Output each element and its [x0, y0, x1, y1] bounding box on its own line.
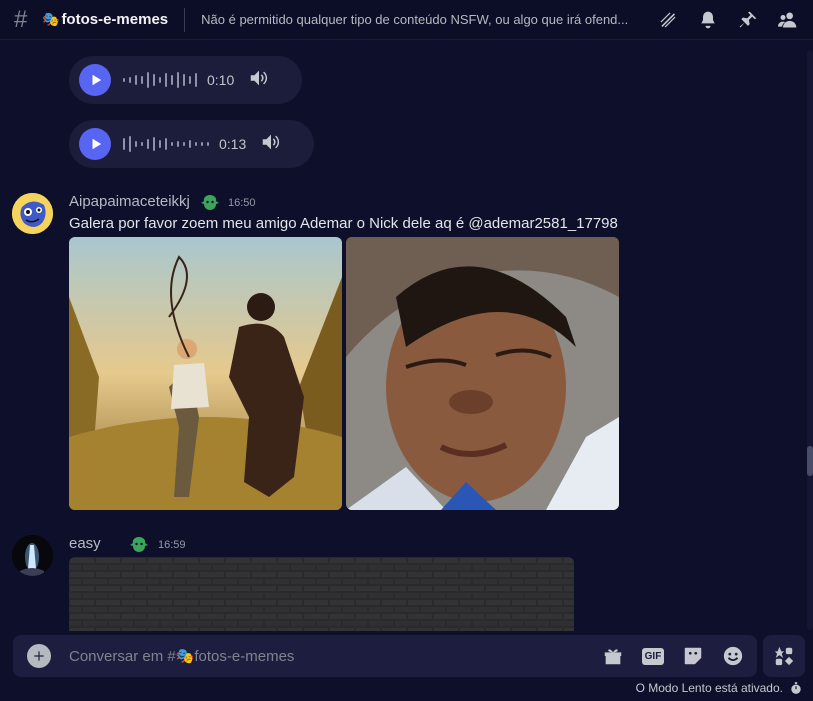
username[interactable]: Aipapaimaceteikkj — [69, 193, 190, 210]
emoji-icon[interactable] — [721, 644, 745, 668]
play-button[interactable] — [79, 64, 111, 96]
play-button[interactable] — [79, 128, 111, 160]
message-composer: Conversar em #🎭fotos-e-memes GIF — [13, 635, 757, 677]
image-attachment[interactable] — [69, 557, 574, 631]
volume-icon[interactable] — [260, 131, 282, 158]
waveform[interactable] — [123, 136, 209, 152]
image-attachment[interactable] — [346, 237, 619, 510]
notification-bell-icon[interactable] — [697, 9, 719, 31]
pin-icon[interactable] — [737, 9, 759, 31]
timestamp: 16:50 — [228, 197, 256, 209]
member-list-icon[interactable] — [777, 9, 799, 31]
volume-icon[interactable] — [248, 67, 270, 94]
badge-icon[interactable] — [200, 193, 220, 211]
voice-duration: 0:10 — [207, 72, 235, 88]
gif-label: GIF — [641, 647, 665, 665]
timestamp: 16:59 — [158, 539, 186, 551]
voice-message: 0:13 — [69, 120, 314, 168]
message-text: Galera por favor zoem meu amigo Ademar o… — [69, 215, 618, 232]
avatar[interactable] — [12, 193, 53, 234]
app-window: # 🎭 fotos-e-memes Não é permitido qualqu… — [0, 0, 813, 701]
slow-mode-text: O Modo Lento está ativado. — [635, 681, 783, 695]
channel-name: fotos-e-memes — [61, 11, 169, 28]
stopwatch-icon — [791, 682, 801, 694]
message-input[interactable]: Conversar em #🎭fotos-e-memes — [69, 647, 601, 665]
chat-message: Aipapaimaceteikkj 16:50 Galera por favor… — [0, 191, 800, 521]
channel-hash-icon: # — [14, 5, 28, 33]
slow-mode-indicator: O Modo Lento está ativado. — [636, 681, 803, 695]
header-divider — [184, 7, 186, 32]
gift-icon[interactable] — [601, 644, 625, 668]
waveform[interactable] — [123, 72, 197, 88]
add-attachment-button[interactable] — [27, 644, 51, 668]
sticker-icon[interactable] — [681, 644, 705, 668]
voice-duration: 0:13 — [219, 136, 247, 152]
channel-emoji: 🎭 — [42, 11, 60, 27]
scrollbar-thumb[interactable] — [807, 446, 813, 476]
scrollbar-track[interactable] — [807, 50, 813, 630]
message-list[interactable]: 0:10 0:13 Aipapaimaceteikkj 16:50 Galera… — [0, 41, 808, 631]
channel-header: # 🎭 fotos-e-memes Não é permitido qualqu… — [0, 0, 813, 40]
image-attachment[interactable] — [69, 237, 342, 510]
voice-message: 0:10 — [69, 56, 302, 104]
channel-topic[interactable]: Não é permitido qualquer tipo de conteúd… — [201, 12, 645, 27]
threads-icon[interactable] — [657, 9, 679, 31]
gif-button[interactable]: GIF — [641, 644, 665, 668]
apps-button[interactable] — [763, 635, 805, 677]
username[interactable]: easy — [69, 535, 101, 552]
avatar[interactable] — [12, 535, 53, 576]
chat-message: easy 16:59 — [0, 533, 800, 631]
badge-icon[interactable] — [129, 535, 149, 553]
